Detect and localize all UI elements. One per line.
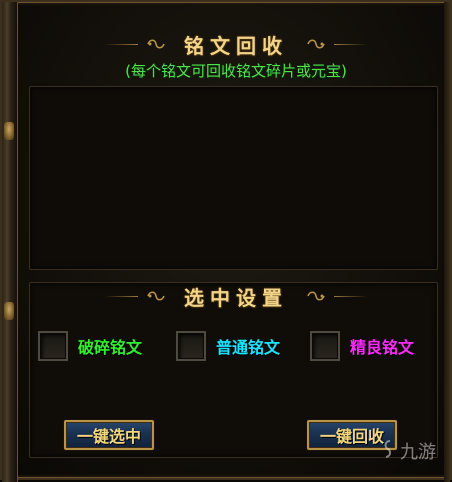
fine-checkbox[interactable] [310,331,340,361]
broken-checkbox[interactable] [38,331,68,361]
title-divider [334,296,368,297]
settings-title-row: 选中设置 [18,282,452,311]
left-frame [2,2,18,482]
broken-label: 破碎铭文 [78,338,143,357]
fine-label: 精良铭文 [350,338,415,357]
option-fine[interactable]: 精良铭文 [310,331,414,361]
frame-gem [4,122,14,140]
option-normal[interactable]: 普通铭文 [176,331,280,361]
title-divider [104,44,138,45]
recycle-panel: 铭文回收 (每个铭文可回收铭文碎片或元宝) 选中设置 破碎铭文 普通铭文 精良铭… [0,0,452,482]
scroll-ornament-icon [146,289,166,305]
watermark-text: 九游 [400,442,436,463]
option-broken[interactable]: 破碎铭文 [38,331,142,361]
normal-label: 普通铭文 [216,338,281,357]
watermark-logo-icon [382,439,398,464]
title-divider [334,44,368,45]
frame-gem [4,302,14,320]
scroll-ornament-icon [306,289,326,305]
inscription-list[interactable] [29,86,438,270]
title-divider [104,296,138,297]
panel-title-row: 铭文回收 [18,30,452,59]
watermark: 九游 [382,438,436,464]
settings-title: 选中设置 [184,286,288,310]
select-all-button[interactable]: 一键选中 [64,420,154,450]
scroll-ornament-icon [146,37,166,53]
panel-title: 铭文回收 [184,34,288,58]
recycle-hint: (每个铭文可回收铭文碎片或元宝) [125,62,347,80]
scroll-ornament-icon [306,37,326,53]
normal-checkbox[interactable] [176,331,206,361]
